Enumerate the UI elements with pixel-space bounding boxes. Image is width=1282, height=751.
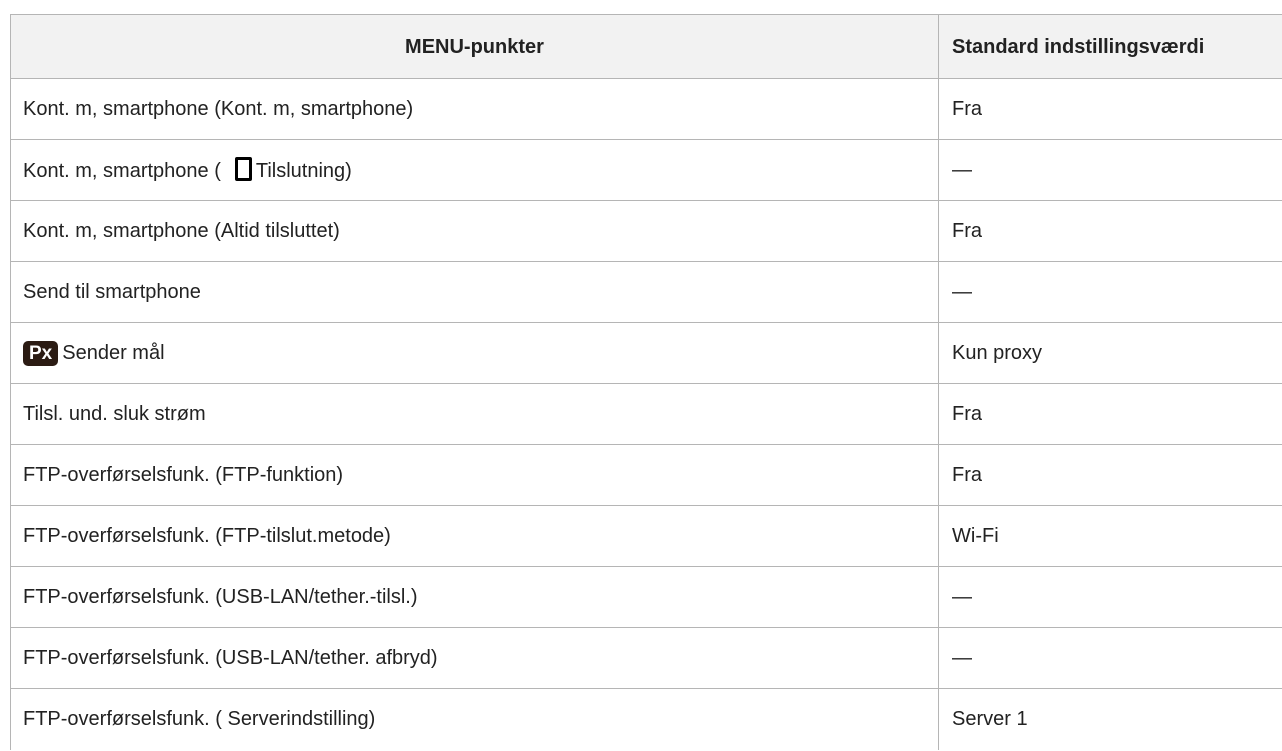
table-row: FTP-overførselsfunk. (FTP-funktion) Fra [10,444,1282,506]
default-value-cell: Fra [938,200,1282,262]
menu-item-cell: Send til smartphone [10,261,939,323]
table-body: Kont. m, smartphone (Kont. m, smartphone… [10,78,1282,750]
menu-item-cell: FTP-overførselsfunk. (FTP-funktion) [10,444,939,506]
default-value-cell: — [938,627,1282,689]
menu-item-cell: FTP-overførselsfunk. (FTP-tilslut.metode… [10,505,939,567]
table-row: FTP-overførselsfunk. (USB-LAN/tether. af… [10,627,1282,689]
table-row: FTP-overførselsfunk. ( Serverindstilling… [10,688,1282,750]
default-value-cell: — [938,261,1282,323]
menu-item-cell: Kont. m, smartphone ( Tilslutning) [10,139,939,201]
default-value-cell: — [938,566,1282,628]
column-header-menu-items: MENU-punkter [10,14,939,79]
menu-item-cell: Px Sender mål [10,322,939,384]
table-row: Tilsl. und. sluk strøm Fra [10,383,1282,445]
header-row: MENU-punkter Standard indstillingsværdi [10,14,1282,79]
default-settings-table: MENU-punkter Standard indstillingsværdi … [10,14,1282,750]
menu-item-cell: FTP-overførselsfunk. (USB-LAN/tether.-ti… [10,566,939,628]
default-value-cell: Server 1 [938,688,1282,750]
menu-item-cell: FTP-overførselsfunk. (USB-LAN/tether. af… [10,627,939,689]
menu-item-prefix: Kont. m, smartphone ( [23,160,221,182]
table-row: Px Sender mål Kun proxy [10,322,1282,384]
table-header: MENU-punkter Standard indstillingsværdi [10,14,1282,79]
menu-item-cell: Kont. m, smartphone (Kont. m, smartphone… [10,78,939,140]
default-value-cell: Wi-Fi [938,505,1282,567]
smartphone-icon [234,157,252,181]
default-value-cell: — [938,139,1282,201]
menu-item-cell: Tilsl. und. sluk strøm [10,383,939,445]
default-value-cell: Fra [938,444,1282,506]
menu-item-suffix: Tilslutning) [255,160,352,182]
table-row: FTP-overførselsfunk. (FTP-tilslut.metode… [10,505,1282,567]
default-value-cell: Fra [938,383,1282,445]
table-row: Kont. m, smartphone ( Tilslutning) — [10,139,1282,201]
column-header-default-value: Standard indstillingsværdi [938,14,1282,79]
table-row: Kont. m, smartphone (Kont. m, smartphone… [10,78,1282,140]
table-row: FTP-overførselsfunk. (USB-LAN/tether.-ti… [10,566,1282,628]
menu-item-cell: FTP-overførselsfunk. ( Serverindstilling… [10,688,939,750]
default-value-cell: Kun proxy [938,322,1282,384]
table-row: Send til smartphone — [10,261,1282,323]
menu-item-cell: Kont. m, smartphone (Altid tilsluttet) [10,200,939,262]
px-badge-icon: Px [23,340,59,366]
menu-item-suffix: Sender mål [62,341,165,364]
table-row: Kont. m, smartphone (Altid tilsluttet) F… [10,200,1282,262]
default-value-cell: Fra [938,78,1282,140]
